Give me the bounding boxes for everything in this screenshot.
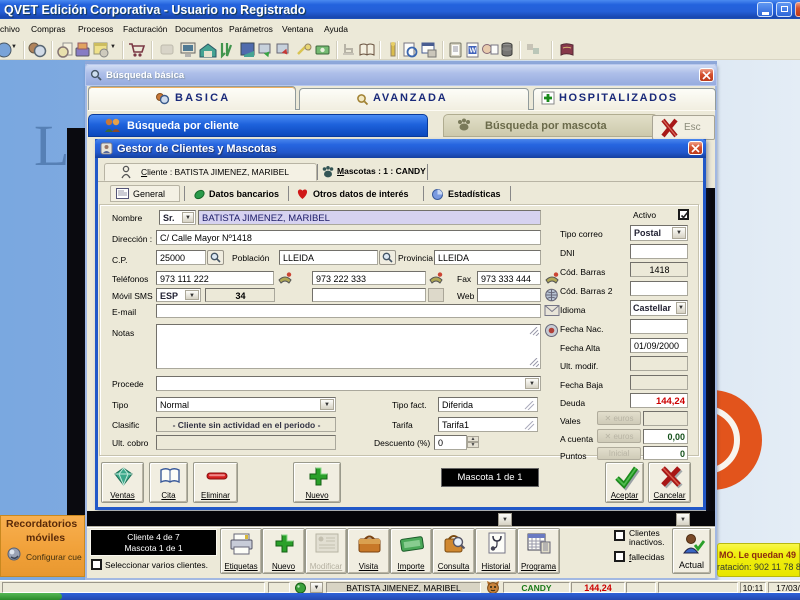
svg-text:W: W <box>470 48 477 55</box>
